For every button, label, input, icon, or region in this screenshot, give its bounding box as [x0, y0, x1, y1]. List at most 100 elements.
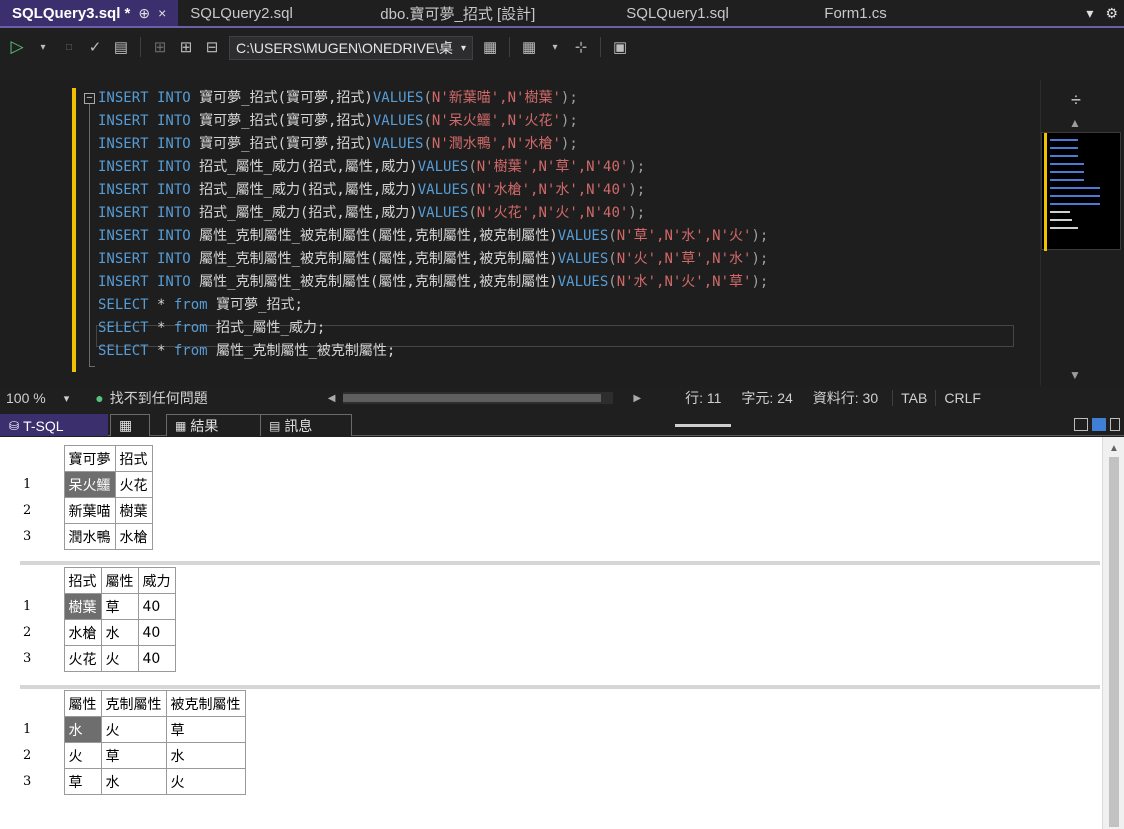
- layout-vertical-icon[interactable]: [1092, 418, 1106, 431]
- execution-plan-icon[interactable]: ⊹: [572, 36, 590, 58]
- table-cell[interactable]: 水: [100, 768, 167, 795]
- column-header[interactable]: 克制屬性: [100, 690, 167, 717]
- include-statistics-icon[interactable]: ▣: [611, 36, 629, 58]
- table-cell[interactable]: 40: [137, 593, 176, 620]
- tab-table-design[interactable]: dbo.寶可夢_招式 [設計]: [368, 0, 614, 26]
- tab-messages[interactable]: ▤ 訊息: [260, 414, 352, 436]
- collapse-icon[interactable]: −: [84, 93, 95, 104]
- code-line[interactable]: INSERT INTO 寶可夢_招式(寶可夢,招式)VALUES(N'新葉喵',…: [98, 87, 578, 109]
- query-options-icon[interactable]: ▦: [481, 36, 499, 58]
- database-path-select[interactable]: C:\USERS\MUGEN\ONEDRIVE\桌 ▾: [229, 36, 474, 60]
- table-row[interactable]: 2 新葉喵 樹葉: [20, 497, 153, 524]
- results-to-grid-icon[interactable]: ▦: [520, 36, 538, 58]
- row-number[interactable]: 2: [20, 620, 64, 646]
- table-cell[interactable]: 草: [165, 716, 246, 743]
- chevron-down-icon[interactable]: ▾: [64, 392, 70, 405]
- table-cell[interactable]: 火: [63, 742, 102, 769]
- code-line[interactable]: INSERT INTO 屬性_克制屬性_被克制屬性(屬性,克制屬性,被克制屬性)…: [98, 271, 768, 293]
- play-icon[interactable]: ▷: [8, 36, 26, 58]
- table-cell[interactable]: 草: [100, 593, 139, 620]
- table-cell[interactable]: 火: [165, 768, 246, 795]
- parse-icon[interactable]: ▤: [112, 36, 130, 58]
- splitter-handle[interactable]: [675, 424, 731, 427]
- chevron-down-icon[interactable]: ▾: [34, 36, 52, 58]
- column-header[interactable]: 寶可夢: [63, 445, 116, 472]
- code-line[interactable]: INSERT INTO 招式_屬性_威力(招式,屬性,威力)VALUES(N'火…: [98, 202, 645, 224]
- table-row[interactable]: 3草水火: [20, 768, 246, 795]
- select-all-cell[interactable]: [20, 568, 64, 594]
- table-cell[interactable]: 火: [100, 645, 139, 672]
- tab-tsql[interactable]: ⛁ T-SQL: [0, 414, 108, 436]
- table-cell[interactable]: 水: [100, 619, 139, 646]
- table-cell[interactable]: 樹葉: [63, 593, 102, 620]
- sql-editor[interactable]: − INSERT INTO 寶可夢_招式(寶可夢,招式)VALUES(N'新葉喵…: [0, 80, 1040, 386]
- column-header[interactable]: 屬性: [100, 567, 139, 594]
- table-row[interactable]: 2火草水: [20, 742, 246, 769]
- code-line[interactable]: INSERT INTO 寶可夢_招式(寶可夢,招式)VALUES(N'呆火鱷',…: [98, 110, 578, 132]
- column-header[interactable]: 招式: [63, 567, 102, 594]
- change-connection-icon[interactable]: ⊞: [177, 36, 195, 58]
- table-cell[interactable]: 水槍: [63, 619, 102, 646]
- tab-sqlquery3[interactable]: SQLQuery3.sql * ⊕ ×: [0, 0, 179, 26]
- select-all-cell[interactable]: [20, 691, 64, 717]
- row-number[interactable]: 1: [20, 717, 64, 743]
- layout-toggle-icon[interactable]: [1110, 418, 1120, 431]
- code-line[interactable]: INSERT INTO 屬性_克制屬性_被克制屬性(屬性,克制屬性,被克制屬性)…: [98, 248, 768, 270]
- row-number[interactable]: 3: [20, 769, 64, 795]
- tab-form1[interactable]: Form1.cs: [812, 0, 899, 26]
- table-cell[interactable]: 潤水鴨: [63, 523, 116, 550]
- row-number[interactable]: 1: [20, 594, 64, 620]
- layout-horizontal-icon[interactable]: [1074, 418, 1088, 431]
- code-line[interactable]: SELECT * from 屬性_克制屬性_被克制屬性;: [98, 340, 395, 362]
- table-cell[interactable]: 火花: [63, 645, 102, 672]
- row-number[interactable]: 3: [20, 646, 64, 672]
- tab-sqlquery1[interactable]: SQLQuery1.sql: [614, 0, 812, 26]
- table-row[interactable]: 3 火花火 40: [20, 645, 176, 672]
- table-row[interactable]: 2 水槍水 40: [20, 619, 176, 646]
- table-cell[interactable]: 水槍: [114, 523, 153, 550]
- tab-results[interactable]: ▦ 結果: [166, 414, 268, 436]
- line-ending[interactable]: CRLF: [935, 390, 989, 406]
- close-icon[interactable]: ×: [158, 5, 166, 21]
- grid-divider[interactable]: [20, 685, 1100, 689]
- row-number[interactable]: 2: [20, 743, 64, 769]
- disconnect-icon[interactable]: ⊟: [203, 36, 221, 58]
- results-vertical-scrollbar[interactable]: ▲: [1102, 437, 1124, 829]
- table-cell[interactable]: 40: [137, 619, 176, 646]
- table-cell[interactable]: 水: [165, 742, 246, 769]
- column-header[interactable]: 屬性: [63, 690, 102, 717]
- code-line[interactable]: INSERT INTO 屬性_克制屬性_被克制屬性(屬性,克制屬性,被克制屬性)…: [98, 225, 768, 247]
- scroll-up-icon[interactable]: ▲: [1069, 116, 1081, 130]
- table-cell[interactable]: 火: [100, 716, 167, 743]
- table-cell[interactable]: 40: [137, 645, 176, 672]
- gear-icon[interactable]: ⚙: [1099, 0, 1124, 26]
- table-row[interactable]: 1水火草: [20, 716, 246, 743]
- tab-sqlquery2[interactable]: SQLQuery2.sql: [178, 0, 368, 26]
- horizontal-scrollbar[interactable]: [343, 392, 614, 404]
- code-line[interactable]: SELECT * from 招式_屬性_威力;: [98, 317, 325, 339]
- table-cell[interactable]: 樹葉: [114, 497, 153, 524]
- stop-icon[interactable]: □: [60, 36, 78, 58]
- scrollbar-thumb[interactable]: [343, 394, 602, 402]
- split-icon[interactable]: ÷: [1071, 90, 1081, 111]
- scrollbar-thumb[interactable]: [1109, 457, 1119, 827]
- scroll-down-icon[interactable]: ▼: [1069, 368, 1081, 382]
- chevron-down-icon[interactable]: ▾: [546, 36, 564, 58]
- column-header[interactable]: 威力: [137, 567, 176, 594]
- table-cell[interactable]: 新葉喵: [63, 497, 116, 524]
- table-row[interactable]: 1 樹葉草 40: [20, 593, 176, 620]
- check-icon[interactable]: ✓: [86, 36, 104, 58]
- scroll-left-icon[interactable]: ◀: [328, 393, 336, 404]
- row-number[interactable]: 1: [20, 472, 64, 498]
- pin-icon[interactable]: ⊕: [138, 5, 150, 22]
- code-line[interactable]: SELECT * from 寶可夢_招式;: [98, 294, 303, 316]
- table-cell[interactable]: 水: [63, 716, 102, 743]
- minimap-viewport[interactable]: [1041, 132, 1121, 251]
- code-line[interactable]: INSERT INTO 招式_屬性_威力(招式,屬性,威力)VALUES(N'樹…: [98, 156, 645, 178]
- table-cell[interactable]: 草: [100, 742, 167, 769]
- indent-mode[interactable]: TAB: [892, 390, 935, 406]
- scroll-right-icon[interactable]: ▶: [633, 393, 641, 404]
- row-number[interactable]: 3: [20, 524, 64, 550]
- table-row[interactable]: 1 呆火鱷 火花: [20, 471, 153, 498]
- column-header[interactable]: 招式: [114, 445, 153, 472]
